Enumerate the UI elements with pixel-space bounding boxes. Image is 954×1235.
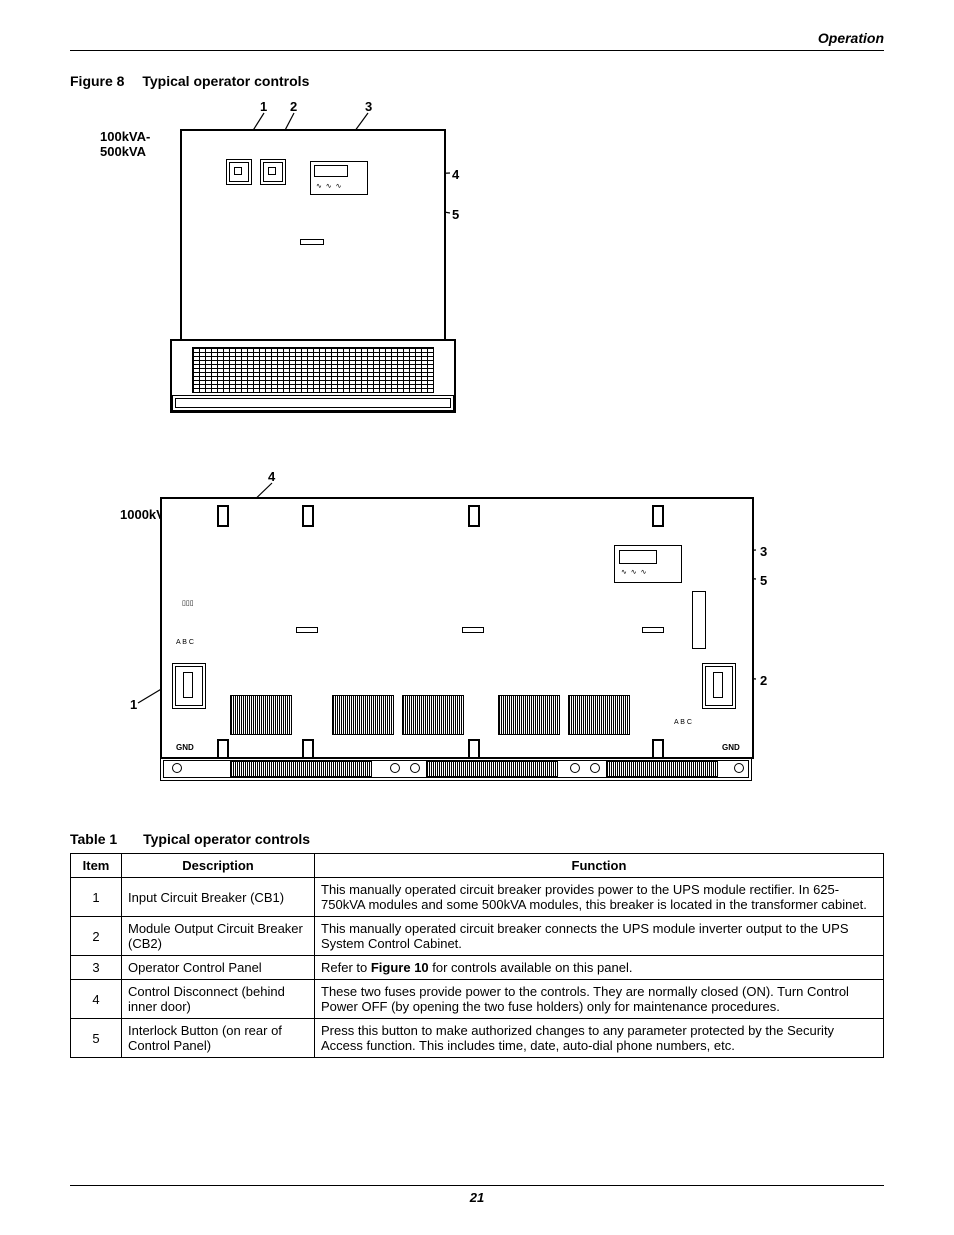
- callout2-3: 3: [760, 544, 767, 559]
- section-header: Operation: [70, 30, 884, 51]
- gnd-left: GND: [176, 743, 194, 752]
- cell-desc: Module Output Circuit Breaker (CB2): [122, 917, 315, 956]
- callout-2: 2: [290, 99, 297, 114]
- operator-panel-2: ∿ ∿ ∿: [614, 545, 682, 583]
- th-item: Item: [71, 854, 122, 878]
- diagram-1000kva: 1000kVA 4 3 5 2 1: [90, 469, 884, 809]
- cell-func: This manually operated circuit breaker c…: [315, 917, 884, 956]
- cell-desc: Control Disconnect (behind inner door): [122, 980, 315, 1019]
- cell-desc: Operator Control Panel: [122, 956, 315, 980]
- callout2-4: 4: [268, 469, 275, 484]
- th-func: Function: [315, 854, 884, 878]
- callout2-2: 2: [760, 673, 767, 688]
- table-row: 3 Operator Control Panel Refer to Figure…: [71, 956, 884, 980]
- cell-func: This manually operated circuit breaker p…: [315, 878, 884, 917]
- cb2: [260, 159, 286, 185]
- cell-func: These two fuses provide power to the con…: [315, 980, 884, 1019]
- table-row: 2 Module Output Circuit Breaker (CB2) Th…: [71, 917, 884, 956]
- cell-item: 5: [71, 1019, 122, 1058]
- cb1: [226, 159, 252, 185]
- phase-labels-right: A B C: [674, 719, 692, 726]
- cabinet-top: ∿ ∿ ∿: [180, 129, 446, 343]
- controls-table: Item Description Function 1 Input Circui…: [70, 853, 884, 1058]
- cell-desc: Interlock Button (on rear of Control Pan…: [122, 1019, 315, 1058]
- table-title: Table 1 Typical operator controls: [70, 831, 884, 847]
- diagram-100-500kva: 100kVA- 500kVA 1 2 3 4 5: [90, 99, 884, 459]
- callout2-5: 5: [760, 573, 767, 588]
- cell-item: 2: [71, 917, 122, 956]
- callout-5: 5: [452, 207, 459, 222]
- table-row: 4 Control Disconnect (behind inner door)…: [71, 980, 884, 1019]
- cabinet-1000: ∿ ∿ ∿ ▯▯▯ A B C: [160, 497, 754, 759]
- cell-item: 1: [71, 878, 122, 917]
- figure-title: Figure 8 Typical operator controls: [70, 73, 884, 89]
- table-row: 5 Interlock Button (on rear of Control P…: [71, 1019, 884, 1058]
- cell-desc: Input Circuit Breaker (CB1): [122, 878, 315, 917]
- callout2-1: 1: [130, 697, 137, 712]
- cell-item: 3: [71, 956, 122, 980]
- table-row: 1 Input Circuit Breaker (CB1) This manua…: [71, 878, 884, 917]
- page-number: 21: [70, 1185, 884, 1205]
- th-desc: Description: [122, 854, 315, 878]
- gnd-right: GND: [722, 743, 740, 752]
- cell-item: 4: [71, 980, 122, 1019]
- operator-panel: ∿ ∿ ∿: [310, 161, 368, 195]
- model-label: 100kVA- 500kVA: [100, 129, 150, 159]
- cb2-1000: [702, 663, 736, 709]
- phase-labels-left: A B C: [176, 639, 194, 646]
- figure-label: Figure 8: [70, 73, 124, 89]
- callout-4: 4: [452, 167, 459, 182]
- cell-func: Refer to Figure 10 for controls availabl…: [315, 956, 884, 980]
- table-caption: Typical operator controls: [143, 831, 310, 847]
- callout-1: 1: [260, 99, 267, 114]
- cb1-1000: [172, 663, 206, 709]
- figure-caption: Typical operator controls: [142, 73, 309, 89]
- page: Operation Figure 8 Typical operator cont…: [0, 0, 954, 1235]
- cell-func: Press this button to make authorized cha…: [315, 1019, 884, 1058]
- callout-3: 3: [365, 99, 372, 114]
- fuse-slot: [300, 239, 324, 245]
- table-label: Table 1: [70, 831, 117, 847]
- cabinet-base: [170, 339, 456, 413]
